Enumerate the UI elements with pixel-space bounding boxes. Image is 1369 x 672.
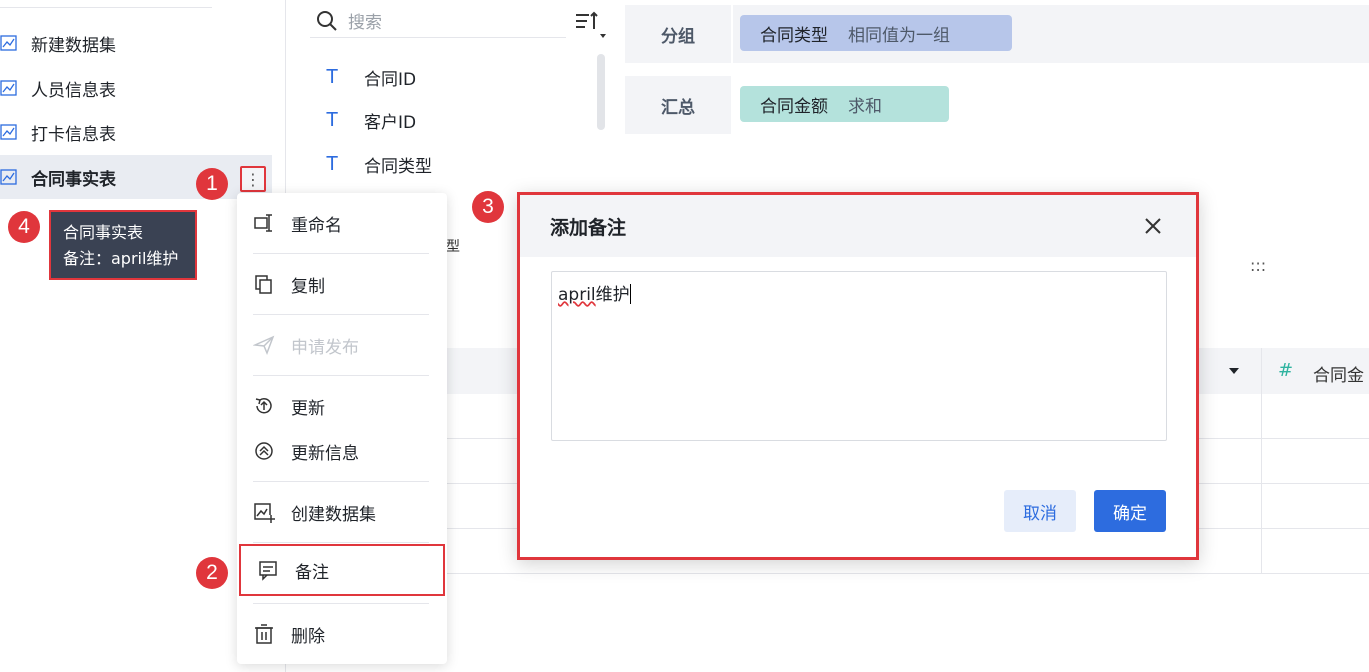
dataset-label: 打卡信息表 xyxy=(31,124,116,145)
context-menu: 重命名 复制 申请发布 更新 更新信息 创建数据集 备注 删除 xyxy=(237,193,447,664)
group-label: 分组 xyxy=(625,5,731,63)
menu-label: 更新信息 xyxy=(291,443,359,464)
update-icon xyxy=(255,398,272,414)
step-badge-1: 1 xyxy=(196,168,228,200)
menu-divider xyxy=(253,314,429,315)
menu-label: 复制 xyxy=(291,276,325,297)
confirm-button[interactable]: 确定 xyxy=(1094,490,1166,532)
menu-label: 申请发布 xyxy=(291,337,359,358)
number-type-icon: # xyxy=(1278,360,1294,381)
copy-icon xyxy=(255,275,272,294)
field-item[interactable]: T 客户ID xyxy=(326,105,416,135)
partial-header-text: 型 xyxy=(446,239,460,255)
text-type-icon: T xyxy=(326,108,339,131)
cancel-button[interactable]: 取消 xyxy=(1004,490,1076,532)
dataset-label: 人员信息表 xyxy=(31,80,116,101)
send-icon xyxy=(253,335,275,356)
group-row[interactable]: 合同类型 相同值为一组 xyxy=(733,5,1369,63)
rename-icon xyxy=(254,214,272,232)
trash-icon xyxy=(255,624,273,644)
field-label: 合同类型 xyxy=(364,156,432,177)
search-icon xyxy=(317,10,337,31)
dataset-item-contract[interactable]: 合同事实表 xyxy=(0,155,272,199)
text-type-icon: T xyxy=(326,65,339,88)
menu-item-note[interactable]: 备注 xyxy=(239,544,445,596)
close-icon[interactable] xyxy=(1142,215,1164,237)
note-icon xyxy=(259,561,277,581)
caret-down-icon[interactable] xyxy=(1228,366,1240,376)
menu-item-update[interactable]: 更新 xyxy=(237,388,447,424)
field-label: 客户ID xyxy=(364,112,417,133)
drag-handle-icon[interactable]: ::: xyxy=(1250,256,1266,275)
chip-sub: 相同值为一组 xyxy=(848,25,950,46)
row-divider xyxy=(286,573,1369,574)
more-options-button[interactable]: ⋮ xyxy=(240,166,266,192)
chart-line-icon xyxy=(0,80,17,96)
menu-item-create-dataset[interactable]: 创建数据集 xyxy=(237,494,447,530)
dialog-title: 添加备注 xyxy=(550,217,627,239)
menu-divider xyxy=(253,481,429,482)
amount-column-header[interactable]: 合同金 xyxy=(1313,361,1364,386)
field-item[interactable]: T 合同ID xyxy=(326,62,416,92)
search-placeholder: 搜索 xyxy=(348,13,382,33)
menu-label: 更新 xyxy=(291,398,325,419)
note-text: 维护 xyxy=(595,285,630,305)
menu-label: 删除 xyxy=(291,626,325,647)
chip-name: 合同类型 xyxy=(760,25,828,46)
menu-item-update-info[interactable]: 更新信息 xyxy=(237,433,447,469)
menu-item-rename[interactable]: 重命名 xyxy=(237,205,447,241)
text-type-icon: T xyxy=(326,152,339,175)
group-field-chip[interactable]: 合同类型 相同值为一组 xyxy=(740,15,1012,51)
chart-line-icon xyxy=(0,169,17,185)
tooltip-note: 备注：april维护 xyxy=(63,249,179,268)
menu-label: 创建数据集 xyxy=(291,504,376,525)
note-text-underlined: april xyxy=(558,285,596,305)
dataset-label: 新建数据集 xyxy=(31,35,116,56)
step-badge-4: 4 xyxy=(8,211,40,243)
dataset-item-personnel[interactable]: 人员信息表 xyxy=(0,66,272,110)
menu-divider xyxy=(253,542,429,543)
field-list-scrollbar[interactable] xyxy=(597,54,605,130)
dataset-item-new[interactable]: 新建数据集 xyxy=(0,21,272,65)
summary-field-chip[interactable]: 合同金额 求和 xyxy=(740,86,949,122)
sort-icon[interactable] xyxy=(573,10,609,40)
create-dataset-icon xyxy=(254,503,275,523)
field-search[interactable]: 搜索 xyxy=(310,4,566,38)
field-label: 合同ID xyxy=(364,69,417,90)
menu-divider xyxy=(253,603,429,604)
dataset-label: 合同事实表 xyxy=(31,169,116,190)
column-divider xyxy=(1261,348,1262,574)
step-badge-2: 2 xyxy=(196,557,228,589)
menu-label: 重命名 xyxy=(291,215,342,236)
menu-item-copy[interactable]: 复制 xyxy=(237,266,447,302)
menu-divider xyxy=(253,253,429,254)
menu-label: 备注 xyxy=(295,562,329,583)
chart-line-icon xyxy=(0,35,17,51)
dataset-tooltip: 合同事实表 备注：april维护 xyxy=(49,210,197,280)
update-info-icon xyxy=(255,442,273,460)
dataset-item-checkin[interactable]: 打卡信息表 xyxy=(0,110,272,154)
menu-divider xyxy=(253,375,429,376)
note-textarea[interactable]: april维护 xyxy=(551,271,1167,441)
tooltip-title: 合同事实表 xyxy=(63,223,144,242)
chip-sub: 求和 xyxy=(848,96,882,117)
chip-name: 合同金额 xyxy=(760,96,828,117)
text-caret xyxy=(629,284,631,304)
summary-label: 汇总 xyxy=(625,76,731,134)
divider xyxy=(0,7,212,8)
field-item[interactable]: T 合同类型 xyxy=(326,149,432,179)
add-note-dialog: 添加备注 april维护 取消 确定 xyxy=(517,192,1199,560)
menu-item-request-publish: 申请发布 xyxy=(237,327,447,363)
chart-line-icon xyxy=(0,124,17,140)
step-badge-3: 3 xyxy=(472,191,504,223)
menu-item-delete[interactable]: 删除 xyxy=(237,616,447,652)
